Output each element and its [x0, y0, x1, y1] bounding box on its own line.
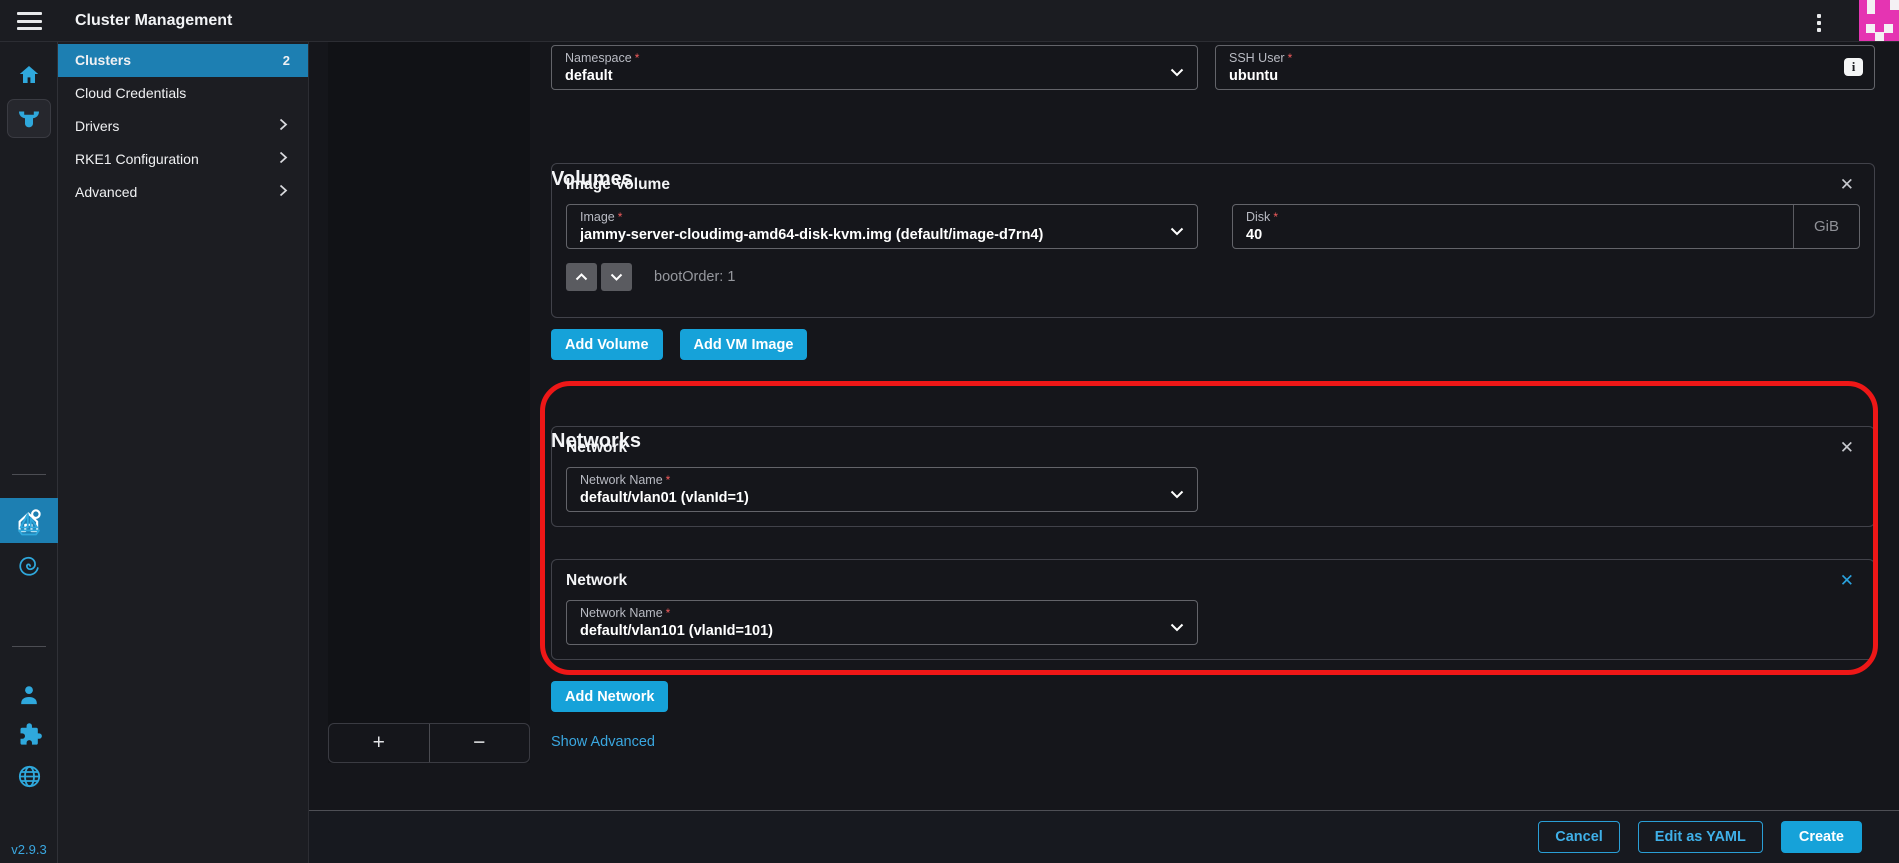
field-value: 40: [1246, 225, 1779, 245]
move-down-button[interactable]: [601, 263, 632, 291]
zoom-out-button[interactable]: −: [430, 724, 530, 762]
field-label: Disk: [1246, 210, 1779, 225]
image-disk-row: Image jammy-server-cloudimg-amd64-disk-k…: [566, 194, 1860, 249]
chevron-down-icon: [1170, 619, 1184, 637]
kebab-menu-icon[interactable]: [1811, 11, 1827, 31]
rail-divider: [12, 646, 46, 647]
panel-title: Image Volume: [566, 176, 1860, 194]
volume-buttons-row: Add Volume Add VM Image: [551, 329, 807, 360]
info-tooltip-icon[interactable]: i: [1844, 58, 1863, 76]
add-vm-image-button[interactable]: Add VM Image: [680, 329, 808, 360]
field-label: SSH User: [1229, 51, 1834, 66]
chevron-right-icon: [279, 143, 288, 176]
spiral-cluster-icon[interactable]: [0, 553, 58, 579]
canvas-zoom-control: + −: [328, 723, 530, 763]
network-buttons-row: Add Network: [551, 681, 668, 712]
panel-title: Network: [566, 439, 1860, 457]
sidebar-item-label: RKE1 Configuration: [75, 143, 279, 176]
sidebar-item-label: Cloud Credentials: [75, 77, 290, 110]
unit-suffix: GiB: [1793, 205, 1859, 248]
field-label: Network Name: [580, 606, 1157, 621]
sidebar-item-label: Clusters: [75, 44, 283, 77]
version-label: v2.9.3: [0, 842, 58, 857]
chevron-down-icon: [1170, 486, 1184, 504]
image-select[interactable]: Image jammy-server-cloudimg-amd64-disk-k…: [566, 204, 1198, 249]
rail-divider: [12, 474, 46, 475]
app-icon-rail: v2.9.3: [0, 42, 58, 863]
ssh-user-field[interactable]: SSH User ubuntu i: [1215, 45, 1875, 90]
add-volume-button[interactable]: Add Volume: [551, 329, 663, 360]
disk-size-field[interactable]: Disk 40 GiB: [1232, 204, 1860, 249]
hamburger-menu-icon[interactable]: [17, 12, 42, 30]
main-content: + − Namespace default SSH User ubuntu i: [309, 42, 1899, 863]
sidebar-item-drivers[interactable]: Drivers: [58, 110, 308, 143]
users-icon[interactable]: [0, 682, 58, 708]
field-label: Network Name: [580, 473, 1157, 488]
fleet-boat-icon[interactable]: [0, 510, 58, 538]
field-value: jammy-server-cloudimg-amd64-disk-kvm.img…: [580, 225, 1157, 245]
sidebar-item-clusters[interactable]: Clusters 2: [58, 44, 308, 77]
sidebar-item-advanced[interactable]: Advanced: [58, 176, 308, 209]
sidebar-nav: Clusters 2 Cloud Credentials Drivers RKE…: [58, 42, 309, 863]
namespace-sshuser-row: Namespace default SSH User ubuntu i: [551, 45, 1875, 90]
cancel-button[interactable]: Cancel: [1538, 821, 1620, 853]
remove-network-icon[interactable]: ✕: [1840, 439, 1854, 457]
field-value: default/vlan01 (vlanId=1): [580, 488, 1157, 508]
field-value: default/vlan101 (vlanId=101): [580, 621, 1157, 641]
home-icon[interactable]: [0, 63, 58, 87]
show-advanced-link[interactable]: Show Advanced: [551, 734, 655, 750]
panel-title: Network: [566, 572, 1860, 590]
edit-as-yaml-button[interactable]: Edit as YAML: [1638, 821, 1763, 853]
top-bar: Cluster Management: [0, 0, 1899, 42]
network-panel-2: Network ✕ Network Name default/vlan101 (…: [551, 559, 1875, 660]
pool-graph-canvas: + −: [328, 42, 530, 763]
field-label: Image: [580, 210, 1157, 225]
app-window: Cluster Management: [0, 0, 1899, 863]
chevron-right-icon: [279, 110, 288, 143]
boot-order-row: bootOrder: 1: [566, 263, 1860, 291]
page-title: Cluster Management: [75, 0, 232, 42]
chevron-down-icon: [1170, 64, 1184, 82]
add-network-button[interactable]: Add Network: [551, 681, 668, 712]
globe-icon[interactable]: [0, 763, 58, 790]
cluster-manager-bull-icon[interactable]: [7, 99, 51, 138]
zoom-in-button[interactable]: +: [329, 724, 430, 762]
network-name-select-1[interactable]: Network Name default/vlan01 (vlanId=1): [566, 467, 1198, 512]
network-name-select-2[interactable]: Network Name default/vlan101 (vlanId=101…: [566, 600, 1198, 645]
move-up-button[interactable]: [566, 263, 597, 291]
sidebar-item-rke1-configuration[interactable]: RKE1 Configuration: [58, 143, 308, 176]
namespace-select[interactable]: Namespace default: [551, 45, 1198, 90]
chevron-down-icon: [1170, 223, 1184, 241]
sidebar-item-cloud-credentials[interactable]: Cloud Credentials: [58, 77, 308, 110]
count-badge: 2: [283, 44, 290, 77]
field-label: Namespace: [565, 51, 1157, 66]
image-volume-panel: Image Volume ✕ Image jammy-server-cloudi…: [551, 163, 1875, 318]
field-value: ubuntu: [1229, 66, 1834, 86]
field-value: default: [565, 66, 1157, 86]
form-footer: Cancel Edit as YAML Create: [309, 810, 1899, 863]
network-panel-1: Network ✕ Network Name default/vlan01 (v…: [551, 426, 1875, 527]
user-avatar[interactable]: [1859, 0, 1899, 41]
remove-network-icon[interactable]: ✕: [1840, 572, 1854, 590]
sidebar-item-label: Drivers: [75, 110, 279, 143]
boot-order-label: bootOrder: 1: [654, 269, 735, 285]
sidebar-item-label: Advanced: [75, 176, 279, 209]
remove-volume-icon[interactable]: ✕: [1840, 176, 1854, 194]
extensions-puzzle-icon[interactable]: [0, 721, 58, 748]
chevron-right-icon: [279, 176, 288, 209]
create-button[interactable]: Create: [1781, 821, 1862, 853]
